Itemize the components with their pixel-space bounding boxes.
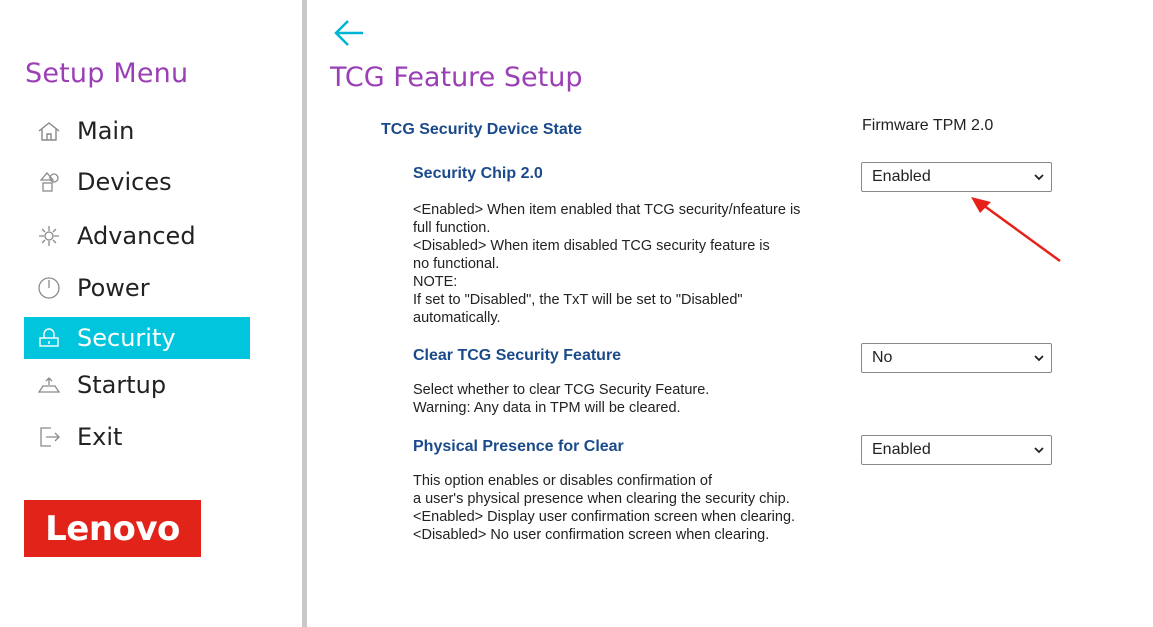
description-line: If set to "Disabled", the TxT will be se… xyxy=(413,292,743,308)
annotation-arrow-icon xyxy=(971,197,1061,263)
menu-item-exit[interactable]: Exit xyxy=(24,416,250,458)
menu-item-label: Power xyxy=(77,274,150,302)
menu-item-label: Devices xyxy=(77,168,172,196)
menu-item-label: Main xyxy=(77,117,135,145)
security-chip-select[interactable]: Enabled xyxy=(861,162,1052,192)
menu-item-label: Advanced xyxy=(77,222,196,250)
setup-menu-title: Setup Menu xyxy=(25,58,189,89)
lenovo-logo: Lenovo xyxy=(24,500,201,557)
description-line: automatically. xyxy=(413,310,501,326)
select-value: Enabled xyxy=(872,168,931,185)
home-icon xyxy=(35,117,63,145)
back-button[interactable] xyxy=(333,18,365,48)
chevron-down-icon xyxy=(1034,174,1044,181)
chevron-down-icon xyxy=(1034,447,1044,454)
description-line: <Disabled> No user confirmation screen w… xyxy=(413,527,770,543)
menu-item-label: Security xyxy=(77,324,176,352)
description-line: no functional. xyxy=(413,256,500,272)
menu-item-security[interactable]: Security xyxy=(24,317,250,359)
power-icon xyxy=(35,274,63,302)
description-line: NOTE: xyxy=(413,274,458,290)
menu-item-label: Exit xyxy=(77,423,123,451)
security-chip-label: Security Chip 2.0 xyxy=(413,165,543,182)
description-line: a user's physical presence when clearing… xyxy=(413,491,790,507)
back-arrow-icon xyxy=(334,20,363,46)
description-line: <Enabled> Display user confirmation scre… xyxy=(413,509,796,525)
menu-item-advanced[interactable]: Advanced xyxy=(24,215,250,257)
sidebar-divider xyxy=(302,0,307,627)
physical-presence-description: This option enables or disables confirma… xyxy=(413,472,795,544)
security-chip-description: <Enabled> When item enabled that TCG sec… xyxy=(413,201,800,327)
description-line: Select whether to clear TCG Security Fea… xyxy=(413,382,710,398)
device-state-value: Firmware TPM 2.0 xyxy=(862,117,994,134)
device-state-label: TCG Security Device State xyxy=(381,121,582,138)
sidebar: Setup Menu Main Devices Advanced Power S… xyxy=(0,0,302,627)
chevron-down-icon xyxy=(1034,355,1044,362)
menu-item-power[interactable]: Power xyxy=(24,267,250,309)
description-line: <Enabled> When item enabled that TCG sec… xyxy=(413,202,801,218)
description-line: Warning: Any data in TPM will be cleared… xyxy=(413,400,681,416)
clear-tcg-label: Clear TCG Security Feature xyxy=(413,347,622,364)
menu-item-label: Startup xyxy=(77,371,167,399)
description-line: This option enables or disables confirma… xyxy=(413,473,713,489)
physical-presence-label: Physical Presence for Clear xyxy=(413,438,624,455)
page-title: TCG Feature Setup xyxy=(330,62,583,93)
advanced-icon xyxy=(35,222,63,250)
exit-icon xyxy=(35,423,63,451)
menu-item-startup[interactable]: Startup xyxy=(24,364,250,406)
clear-tcg-select[interactable]: No xyxy=(861,343,1052,373)
lock-icon xyxy=(35,324,63,352)
physical-presence-select[interactable]: Enabled xyxy=(861,435,1052,465)
clear-tcg-description: Select whether to clear TCG Security Fea… xyxy=(413,381,709,417)
description-line: full function. xyxy=(413,220,491,236)
select-value: No xyxy=(872,349,893,366)
devices-icon xyxy=(35,168,63,196)
select-value: Enabled xyxy=(872,441,931,458)
startup-icon xyxy=(35,371,63,399)
menu-item-main[interactable]: Main xyxy=(24,110,250,152)
description-line: <Disabled> When item disabled TCG securi… xyxy=(413,238,770,254)
menu-item-devices[interactable]: Devices xyxy=(24,161,250,203)
